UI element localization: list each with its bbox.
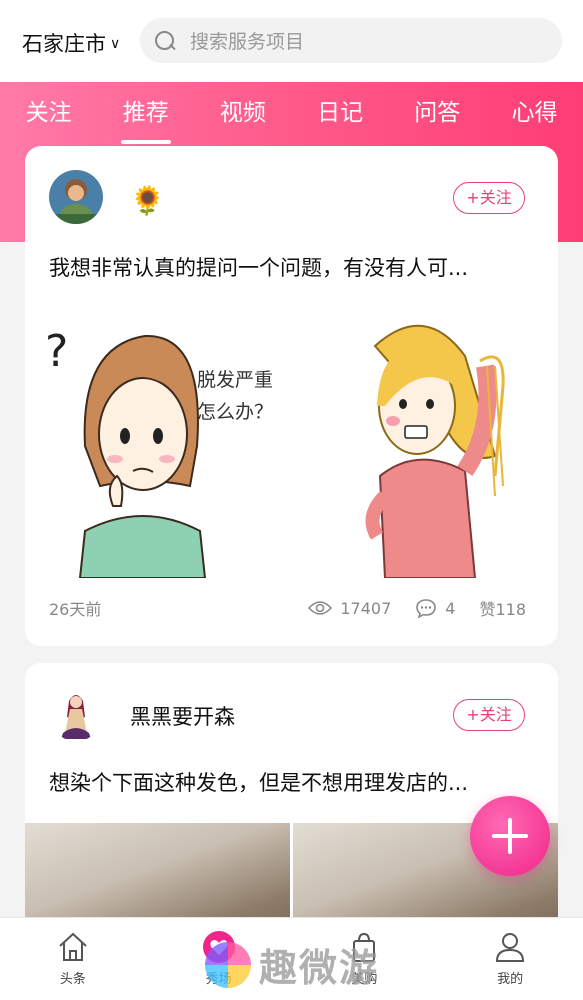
comment-count-value: 4: [445, 598, 456, 618]
bottom-nav: 头条 秀场 美购 我的: [0, 917, 583, 1000]
heart-icon: [202, 931, 235, 963]
nav-item-mine[interactable]: 我的: [437, 918, 583, 1000]
post-title[interactable]: 想染个下面这种发色，但是不想用理发店的...: [49, 767, 534, 797]
tab-experience[interactable]: 心得: [486, 82, 583, 144]
post-meta: 26天前 17407 4 赞118: [49, 596, 526, 620]
follow-button[interactable]: +关注: [453, 699, 525, 731]
eye-icon: [308, 601, 333, 615]
search-icon: [154, 30, 176, 52]
author-name[interactable]: 🌻: [130, 184, 165, 217]
post-card[interactable]: 🌻 +关注 我想非常认真的提问一个问题，有没有人可... ? 脱发严重 怎么办？: [25, 146, 558, 646]
bag-icon: [353, 932, 376, 962]
post-title[interactable]: 我想非常认真的提问一个问题，有没有人可...: [49, 252, 534, 282]
city-name: 石家庄市: [22, 32, 106, 56]
avatar[interactable]: [49, 170, 103, 224]
follow-button[interactable]: +关注: [453, 182, 525, 214]
svg-text:?: ?: [45, 326, 68, 377]
home-icon: [59, 932, 87, 961]
author-name[interactable]: 黑黑要开森: [130, 701, 235, 731]
svg-text:脱发严重: 脱发严重: [197, 369, 273, 391]
tab-qa[interactable]: 问答: [389, 82, 486, 144]
nav-label: 美购: [351, 972, 378, 987]
tab-video[interactable]: 视频: [194, 82, 291, 144]
comment-count[interactable]: 4: [415, 598, 455, 618]
avatar[interactable]: [49, 687, 103, 741]
view-count: 17407: [308, 599, 391, 618]
tab-recommend[interactable]: 推荐: [97, 82, 194, 144]
nav-label: 秀场: [205, 972, 232, 987]
nav-label: 我的: [497, 972, 524, 987]
search-placeholder: 搜索服务项目: [190, 31, 305, 53]
city-selector[interactable]: 石家庄市 ∨: [22, 28, 120, 58]
tab-diary[interactable]: 日记: [292, 82, 389, 144]
nav-item-show[interactable]: 秀场: [146, 918, 292, 1000]
search-bar[interactable]: 搜索服务项目: [140, 18, 562, 63]
user-icon: [496, 933, 525, 962]
add-post-button[interactable]: [470, 796, 550, 876]
top-bar: 石家庄市 ∨ 搜索服务项目: [0, 0, 583, 82]
chevron-down-icon: ∨: [110, 36, 121, 52]
category-tabs: 关注 推荐 视频 日记 问答 心得: [0, 82, 583, 144]
tab-follow[interactable]: 关注: [0, 82, 97, 144]
post-time: 26天前: [49, 600, 102, 619]
nav-item-shop[interactable]: 美购: [292, 918, 438, 1000]
post-image[interactable]: ? 脱发严重 怎么办？: [25, 306, 558, 579]
view-count-value: 17407: [340, 598, 392, 618]
nav-label: 头条: [59, 972, 86, 987]
comment-icon: [416, 599, 437, 618]
svg-text:怎么办？: 怎么办？: [197, 401, 273, 423]
like-count[interactable]: 赞118: [479, 596, 526, 620]
nav-item-headlines[interactable]: 头条: [0, 918, 146, 1000]
